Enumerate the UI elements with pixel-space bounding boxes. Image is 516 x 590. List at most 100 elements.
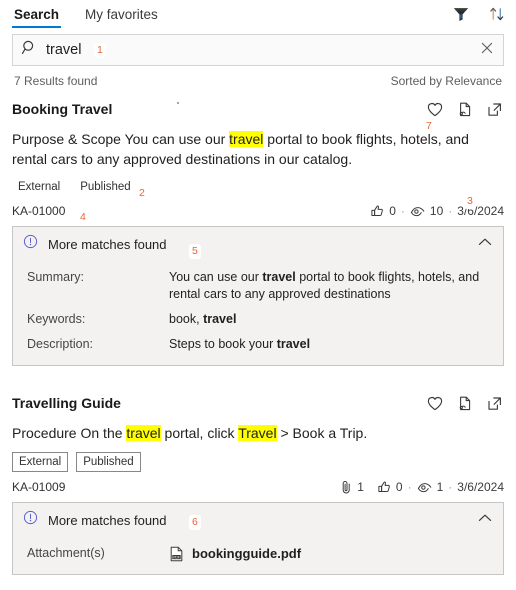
attachment-value[interactable]: PDF bookingguide.pdf	[169, 545, 493, 562]
snippet-text: Purpose & Scope You can use our	[12, 131, 230, 147]
header-actions	[452, 5, 506, 23]
search-box[interactable]	[12, 34, 504, 66]
highlighted-term: travel	[126, 425, 161, 441]
result-id-row: KA-01000 0 · 10 · 3/6/2024	[12, 204, 504, 218]
stat-separator: ·	[448, 204, 453, 218]
result-id-row: KA-01009 1 0 · 1 · 3/6/2024	[12, 480, 504, 494]
result-title[interactable]: Booking Travel	[12, 100, 112, 118]
open-in-new-window-icon[interactable]	[486, 395, 504, 417]
stat-separator: ·	[448, 480, 453, 494]
snippet-text: > Book a Trip.	[276, 425, 368, 441]
search-area	[0, 30, 516, 66]
paperclip-icon	[342, 481, 350, 494]
open-in-new-window-icon[interactable]	[486, 101, 504, 123]
article-id: KA-01009	[12, 480, 66, 494]
thumbs-up-icon	[371, 205, 384, 216]
more-matches-toggle[interactable]: More matches found	[13, 227, 503, 261]
like-count-value: 0	[389, 204, 396, 218]
match-row-value: Steps to book your travel	[169, 337, 311, 351]
match-row-value: You can use our travel portal to book fl…	[169, 270, 480, 301]
snippet-text: portal, click	[160, 425, 239, 441]
more-matches-body: Summary: You can use our travel portal to…	[13, 269, 503, 365]
like-count: 0	[370, 204, 396, 218]
favorite-icon[interactable]	[426, 101, 444, 123]
close-icon[interactable]	[479, 40, 495, 61]
like-count: 0	[377, 480, 403, 494]
result-header: Travelling Guide	[12, 388, 504, 417]
highlighted-term: Travel	[238, 425, 277, 441]
result-separator	[0, 366, 516, 388]
more-matches-label: More matches found	[48, 236, 167, 252]
highlighted-term: travel	[229, 131, 264, 147]
more-matches-panel: More matches found Attachment(s) PDF boo…	[12, 502, 504, 575]
favorite-icon[interactable]	[426, 395, 444, 417]
attachment-label: Attachment(s)	[27, 546, 105, 560]
tag-published: Published	[76, 452, 141, 472]
tab-bar: Search My favorites	[0, 0, 516, 30]
search-result-item: Booking Travel Purpose & Scope You can u…	[0, 94, 516, 366]
result-tags: External Published	[12, 452, 504, 472]
article-id: KA-01000	[12, 204, 66, 218]
result-snippet: Purpose & Scope You can use our travel p…	[12, 129, 504, 169]
tab-search-label: Search	[14, 7, 60, 22]
more-matches-panel: More matches found Summary: You can use o…	[12, 226, 504, 366]
view-count: 10	[410, 204, 443, 218]
more-matches-label: More matches found	[48, 512, 167, 528]
result-stats: 1 0 · 1 · 3/6/2024	[340, 480, 504, 494]
result-actions	[426, 394, 504, 417]
chevron-up-icon[interactable]	[477, 511, 493, 529]
tab-my-favorites[interactable]: My favorites	[83, 4, 160, 28]
result-date: 3/6/2024	[457, 480, 504, 494]
tab-search[interactable]: Search	[12, 4, 62, 28]
match-row-label: Keywords:	[27, 312, 86, 326]
result-title[interactable]: Travelling Guide	[12, 394, 121, 412]
result-actions	[426, 100, 504, 123]
search-result-item: Travelling Guide Procedure On the travel…	[0, 388, 516, 575]
attachment-count: 1	[340, 480, 364, 494]
view-count-value: 10	[429, 204, 444, 218]
match-row-label: Description:	[27, 337, 93, 351]
copy-link-icon[interactable]	[456, 101, 474, 123]
view-count-value: 1	[436, 480, 444, 494]
info-icon	[23, 234, 38, 254]
snippet-text: Procedure On the	[12, 425, 127, 441]
sort-label[interactable]: Sorted by Relevance	[391, 74, 502, 88]
result-stats: 0 · 10 · 3/6/2024	[370, 204, 504, 218]
result-snippet: Procedure On the travel portal, click Tr…	[12, 423, 504, 443]
more-matches-body: Attachment(s) PDF bookingguide.pdf	[13, 545, 503, 574]
pdf-file-icon: PDF	[169, 546, 184, 562]
eye-icon	[417, 482, 431, 492]
svg-text:PDF: PDF	[173, 555, 180, 559]
attachment-row: Attachment(s) PDF bookingguide.pdf	[27, 545, 493, 562]
view-count: 1	[417, 480, 444, 494]
result-tags: External Published	[12, 178, 504, 196]
search-icon	[21, 39, 38, 61]
search-input[interactable]	[46, 42, 479, 58]
tag-published: Published	[80, 181, 131, 193]
chevron-up-icon[interactable]	[477, 235, 493, 253]
info-icon	[23, 510, 38, 530]
results-count: 7 Results found	[14, 74, 98, 88]
stat-separator: ·	[407, 480, 412, 494]
copy-link-icon[interactable]	[456, 395, 474, 417]
result-date: 3/6/2024	[457, 204, 504, 218]
attachment-filename: bookingguide.pdf	[192, 546, 302, 561]
like-count-value: 0	[395, 480, 403, 494]
filter-icon[interactable]	[452, 5, 470, 23]
sort-icon[interactable]	[488, 5, 506, 23]
decorative-dot	[177, 102, 179, 104]
match-row-label: Summary:	[27, 270, 84, 284]
attachment-count-value: 1	[357, 480, 364, 494]
eye-icon	[410, 206, 425, 216]
match-row: Summary: You can use our travel portal to…	[27, 269, 493, 303]
match-row: Description: Steps to book your travel	[27, 336, 493, 353]
result-header: Booking Travel	[12, 94, 504, 123]
tag-external: External	[18, 181, 61, 193]
stat-separator: ·	[400, 204, 405, 218]
results-meta: 7 Results found Sorted by Relevance	[0, 66, 516, 94]
more-matches-toggle[interactable]: More matches found	[13, 503, 503, 537]
match-row: Keywords: book, travel	[27, 311, 493, 328]
thumbs-up-icon	[378, 481, 390, 492]
match-row-value: book, travel	[169, 312, 237, 326]
tag-external: External	[12, 452, 69, 472]
